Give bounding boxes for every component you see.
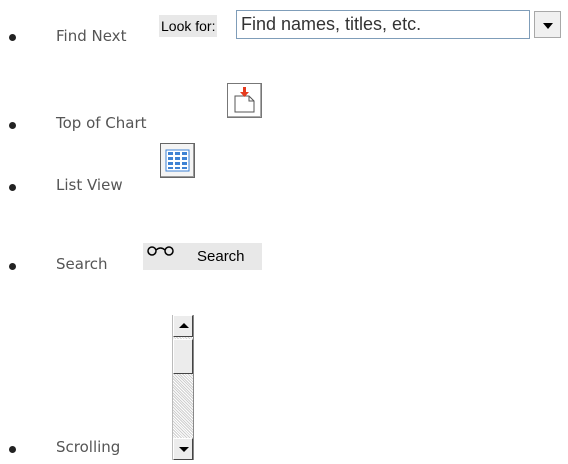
search-button[interactable]: Search: [143, 243, 262, 270]
search-button-label: Search: [197, 248, 245, 265]
bullet: [9, 263, 16, 270]
binoculars-icon: [147, 246, 174, 256]
triangle-down-icon: [179, 447, 189, 452]
scrolling-label: Scrolling: [56, 438, 121, 456]
bullet: [9, 122, 16, 129]
top-of-chart-label: Top of Chart: [56, 114, 147, 132]
top-of-chart-button[interactable]: [227, 83, 262, 118]
find-next-label: Find Next: [56, 27, 127, 45]
bullet: [9, 184, 16, 191]
bullet: [9, 34, 16, 41]
look-for-caption: Look for:: [159, 15, 218, 37]
list-view-button[interactable]: [160, 143, 195, 178]
scroll-thumb[interactable]: [173, 339, 193, 374]
grid-list-icon: [165, 149, 190, 172]
triangle-down-icon: [543, 23, 553, 29]
triangle-up-icon: [179, 323, 189, 328]
scroll-down-button[interactable]: [173, 438, 193, 460]
look-for-dropdown-button[interactable]: [534, 11, 561, 38]
scroll-up-button[interactable]: [173, 315, 193, 337]
page-with-red-down-arrow-icon: [234, 87, 255, 113]
vertical-scrollbar[interactable]: [172, 315, 194, 460]
bullet: [9, 446, 16, 453]
look-for-input[interactable]: Find names, titles, etc.: [236, 10, 530, 39]
search-label: Search: [56, 255, 108, 273]
list-view-label: List View: [56, 176, 123, 194]
